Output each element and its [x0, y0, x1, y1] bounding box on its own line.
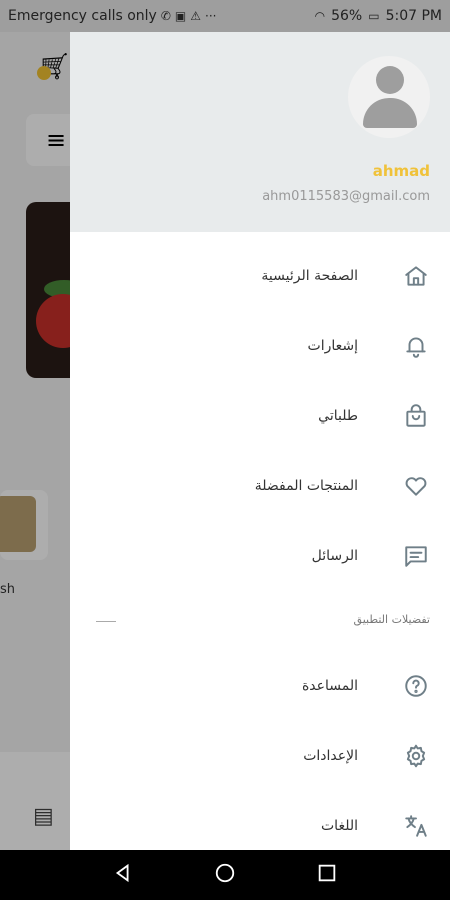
- menu-item-my-orders[interactable]: طلباتي: [70, 388, 450, 444]
- recents-icon[interactable]: [316, 862, 338, 888]
- heart-icon: [402, 472, 430, 500]
- battery-percent: 56%: [331, 8, 363, 24]
- menu-item-label: الإعدادات: [303, 748, 358, 764]
- translate-icon: [402, 812, 430, 840]
- wifi-icon: ◠: [314, 9, 326, 23]
- home-circle-icon[interactable]: [214, 862, 236, 888]
- section-divider: [96, 621, 116, 622]
- shopping-bag-icon: [402, 402, 430, 430]
- status-bar: Emergency calls only ✆ ▣ ⚠ ··· ◠ 56% ▭ 5…: [0, 0, 450, 32]
- menu-item-settings[interactable]: الإعدادات: [70, 728, 450, 784]
- menu-item-favorites[interactable]: المنتجات المفضلة: [70, 458, 450, 514]
- menu-item-label: اللغات: [321, 818, 358, 834]
- battery-icon: ▭: [368, 9, 380, 23]
- help-icon: [402, 672, 430, 700]
- avatar-body: [363, 98, 417, 128]
- warning-icon: ⚠: [190, 9, 201, 23]
- menu-item-label: الصفحة الرئيسية: [261, 268, 358, 284]
- message-icon: [402, 542, 430, 570]
- carrier-text: Emergency calls only: [8, 8, 157, 24]
- home-icon: [402, 262, 430, 290]
- more-icon: ···: [205, 9, 217, 23]
- menu-item-home[interactable]: الصفحة الرئيسية: [70, 248, 450, 304]
- menu-item-messages[interactable]: الرسائل: [70, 528, 450, 584]
- drawer-header: ahmad ahm0115583@gmail.com: [70, 32, 450, 232]
- notification-icon: ▣: [174, 9, 187, 23]
- user-email: ahm0115583@gmail.com: [262, 189, 430, 204]
- menu-item-languages[interactable]: اللغات: [70, 798, 450, 854]
- app-preferences-section: تفضيلات التطبيق: [70, 610, 450, 634]
- gear-icon: [402, 742, 430, 770]
- avatar-head: [376, 66, 404, 94]
- clock: 5:07 PM: [385, 8, 442, 24]
- menu-item-label: طلباتي: [318, 408, 358, 424]
- section-title: تفضيلات التطبيق: [353, 613, 430, 626]
- bell-icon: [402, 332, 430, 360]
- menu-item-label: المنتجات المفضلة: [254, 478, 358, 494]
- phone-icon: ✆: [160, 9, 171, 23]
- avatar[interactable]: [348, 56, 430, 138]
- menu-item-notifications[interactable]: إشعارات: [70, 318, 450, 374]
- menu-item-label: الرسائل: [311, 548, 358, 564]
- menu-item-label: إشعارات: [307, 338, 358, 354]
- back-icon[interactable]: [112, 862, 134, 888]
- navigation-drawer: ahmad ahm0115583@gmail.com الصفحة الرئيس…: [70, 32, 450, 850]
- menu-item-help[interactable]: المساعدة: [70, 658, 450, 714]
- system-navigation-bar: [0, 850, 450, 900]
- user-name: ahmad: [372, 162, 430, 180]
- menu-item-label: المساعدة: [301, 678, 358, 694]
